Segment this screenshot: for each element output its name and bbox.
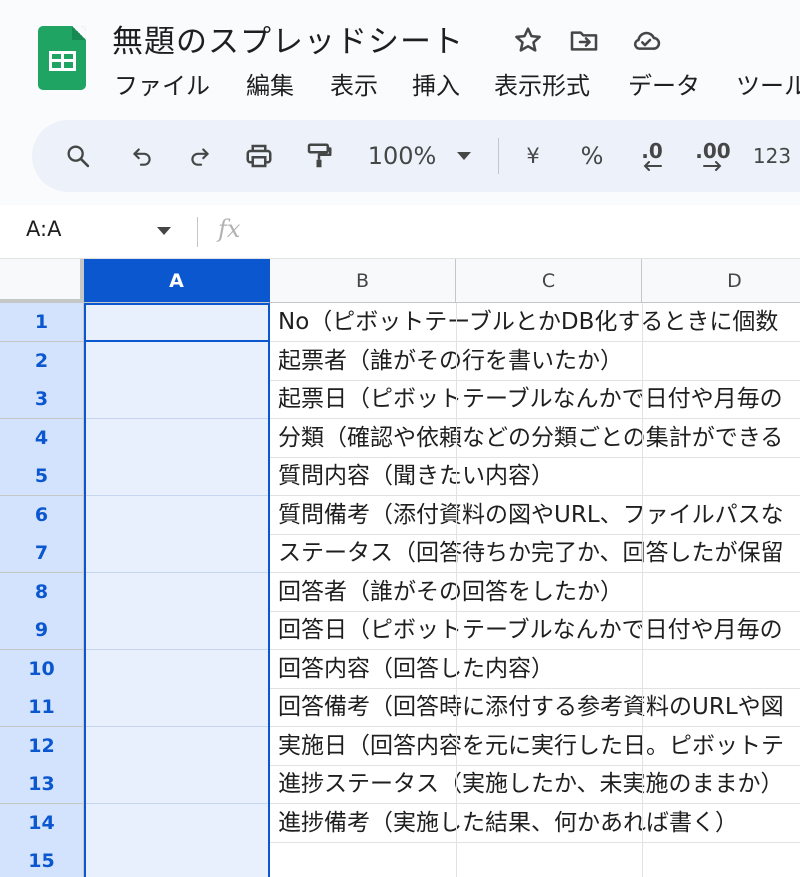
undo-icon[interactable] [126,134,158,178]
toolbar-divider [498,138,499,174]
redo-icon[interactable] [184,134,216,178]
menu-view[interactable]: 表示 [330,66,378,106]
zoom-value[interactable]: 100% [364,134,440,178]
paint-format-icon[interactable] [302,134,336,178]
menu-format[interactable]: 表示形式 [494,66,590,106]
cell-a[interactable] [84,457,270,496]
row-header[interactable]: 2 [0,341,84,381]
menu-insert[interactable]: 挿入 [412,66,460,106]
cell-b[interactable]: 回答日（ピボットテーブルなんかで日付や月毎の [270,611,800,650]
row-header[interactable]: 15 [0,842,84,877]
cell-a[interactable] [84,611,270,650]
row-header[interactable]: 4 [0,418,84,458]
row-header[interactable]: 13 [0,765,84,804]
arrow-right-icon [703,161,722,171]
select-all-corner[interactable] [0,259,84,303]
currency-format-button[interactable]: ¥ [520,134,546,178]
menu-edit[interactable]: 編集 [246,66,294,106]
row-header[interactable]: 5 [0,457,84,496]
cell-a[interactable] [84,418,270,458]
fx-icon: fx [218,215,241,243]
row-header[interactable]: 9 [0,611,84,650]
decrease-decimal-button[interactable]: .0 [632,134,672,178]
cell-a[interactable] [84,803,270,843]
star-icon[interactable] [512,24,544,56]
cell-b[interactable]: No（ピボットテーブルとかDB化するときに個数 [270,303,800,342]
cell-b[interactable]: 実施日（回答内容を元に実行した日。ピボットテ [270,727,800,766]
zoom-dropdown-icon[interactable] [452,134,476,178]
column-header-d[interactable]: D [642,259,800,303]
cell-a[interactable] [84,726,270,766]
column-header-b[interactable]: B [270,259,456,303]
cell-a[interactable] [84,842,270,877]
increase-decimal-label: .00 [695,139,731,163]
column-header-a[interactable]: A [84,259,270,303]
cell-b[interactable] [270,842,800,877]
row-header[interactable]: 12 [0,726,84,766]
cell-b[interactable]: 進捗備考（実施した結果、何かあれば書く） [270,804,800,843]
cell-b[interactable]: 進捗ステータス（実施したか、未実施のままか） [270,765,800,804]
menu-file[interactable]: ファイル [114,66,210,106]
cell-a[interactable] [84,495,270,535]
row-header[interactable]: 6 [0,495,84,535]
menu-tools[interactable]: ツール [736,66,800,106]
column-header-c[interactable]: C [456,259,642,303]
cell-a[interactable] [84,572,270,612]
row-header[interactable]: 8 [0,572,84,612]
row-header[interactable]: 7 [0,534,84,573]
cell-a[interactable] [84,341,270,381]
column-divider [456,303,457,877]
column-divider [642,303,643,877]
cell-a[interactable] [84,534,270,573]
search-icon[interactable] [62,134,94,178]
number-format-button[interactable]: 123 [752,134,792,178]
cell-b[interactable]: ステータス（回答待ちか完了か、回答したが保留 [270,534,800,573]
cloud-saved-icon[interactable] [630,24,662,56]
row-header[interactable]: 3 [0,380,84,419]
cell-b[interactable]: 回答内容（回答した内容） [270,650,800,689]
cell-b[interactable]: 起票者（誰がその行を書いたか） [270,342,800,381]
row-header[interactable]: 1 [0,303,84,342]
menu-bar: ファイル 編集 表示 挿入 表示形式 データ ツール [0,66,800,106]
print-icon[interactable] [242,134,276,178]
move-to-folder-icon[interactable] [568,24,600,56]
row-header[interactable]: 14 [0,803,84,843]
cell-a[interactable] [84,688,270,727]
cell-b[interactable]: 分類（確認や依頼などの分類ごとの集計ができる [270,419,800,458]
formula-bar-divider [197,217,198,247]
cell-b[interactable]: 起票日（ピボットテーブルなんかで日付や月毎の [270,380,800,419]
row-header[interactable]: 11 [0,688,84,727]
cell-a[interactable] [84,380,270,419]
app-header: 無題のスプレッドシート ファイル 編集 表示 挿入 表示形式 データ ツール 1… [0,0,800,205]
cell-a[interactable] [84,649,270,689]
menu-data[interactable]: データ [628,66,700,106]
cell-b[interactable]: 質問備考（添付資料の図やURL、ファイルパスな [270,496,800,535]
cell-b[interactable]: 質問内容（聞きたい内容） [270,457,800,496]
active-cell-a1[interactable] [84,303,270,342]
increase-decimal-button[interactable]: .00 [690,134,736,178]
document-title[interactable]: 無題のスプレッドシート [112,16,464,61]
arrow-left-icon [643,161,662,171]
cell-a[interactable] [84,765,270,804]
row-header[interactable]: 10 [0,649,84,689]
cell-b[interactable]: 回答備考（回答時に添付する参考資料のURLや図 [270,688,800,727]
formula-bar: A:A fx [0,205,800,259]
name-box-dropdown-icon[interactable] [157,227,171,235]
spreadsheet-grid[interactable]: A B C D 1 No（ピボットテーブルとかDB化するときに個数 2 起票者（誰がそ… [0,259,800,877]
decrease-decimal-label: .0 [641,139,663,163]
toolbar: 100% ¥ % .0 .00 123 [32,120,800,192]
cell-b[interactable]: 回答者（誰がその回答をしたか） [270,573,800,612]
percent-format-button[interactable]: % [578,134,606,178]
name-box[interactable]: A:A [26,217,61,241]
